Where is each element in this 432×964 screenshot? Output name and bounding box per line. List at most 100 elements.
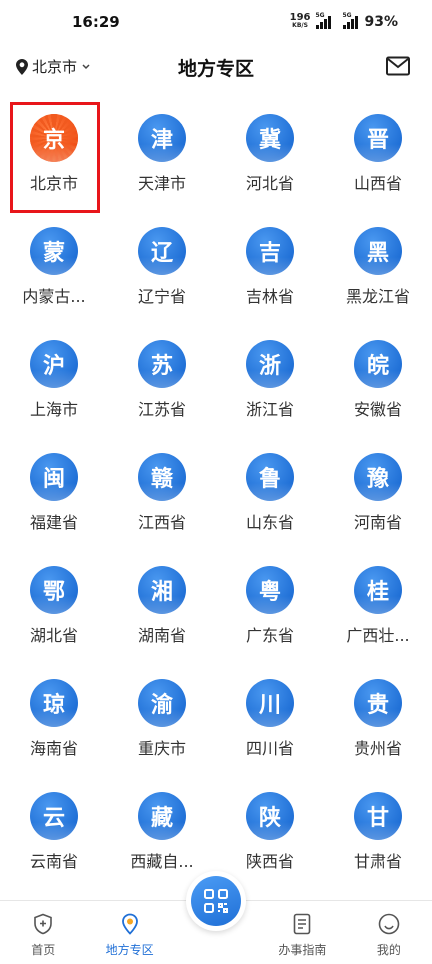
region-emblem-char: 豫 xyxy=(366,466,389,492)
region-emblem-char: 冀 xyxy=(258,127,281,153)
region-name: 陕西省 xyxy=(245,852,294,871)
region-emblem-char: 皖 xyxy=(366,353,389,379)
region-emblem-char: 沪 xyxy=(42,353,65,379)
region-name: 甘肃省 xyxy=(353,852,402,871)
region-emblem-char: 桂 xyxy=(366,579,389,605)
region-item[interactable]: 陕陕西省 xyxy=(216,778,324,891)
region-name: 福建省 xyxy=(29,513,78,532)
region-name: 上海市 xyxy=(29,400,78,419)
mail-icon[interactable] xyxy=(386,56,410,76)
city-selector[interactable]: 北京市 xyxy=(16,56,91,77)
region-emblem-icon: 吉 xyxy=(246,227,294,275)
region-name: 海南省 xyxy=(29,739,78,758)
location-pin-icon xyxy=(16,58,28,75)
region-emblem-char: 甘 xyxy=(366,805,389,831)
region-emblem-icon: 豫 xyxy=(354,453,402,501)
region-emblem-icon: 甘 xyxy=(354,792,402,840)
region-emblem-char: 云 xyxy=(42,805,65,831)
network-speed-unit: KB/S xyxy=(292,22,308,29)
tab-spacer xyxy=(173,958,259,964)
status-indicators: 196 KB/S 5G 5G 93% xyxy=(289,12,398,30)
tab-home[interactable]: 首页 xyxy=(0,913,86,964)
region-item[interactable]: 津天津市 xyxy=(108,100,216,213)
region-item[interactable]: 苏江苏省 xyxy=(108,326,216,439)
document-icon xyxy=(294,913,311,935)
region-emblem-char: 粤 xyxy=(258,579,281,605)
region-name: 河北省 xyxy=(245,174,294,193)
tab-guide[interactable]: 办事指南 xyxy=(259,913,345,964)
region-item[interactable]: 皖安徽省 xyxy=(324,326,432,439)
region-item[interactable]: 鲁山东省 xyxy=(216,439,324,552)
tab-local-label: 地方专区 xyxy=(105,943,154,957)
region-emblem-char: 湘 xyxy=(150,579,173,605)
shield-plus-icon xyxy=(34,913,53,935)
region-emblem-char: 津 xyxy=(150,127,173,153)
region-item[interactable]: 蒙内蒙古... xyxy=(0,213,108,326)
region-emblem-char: 闽 xyxy=(42,466,65,492)
region-name: 河南省 xyxy=(353,513,402,532)
region-emblem-icon: 赣 xyxy=(138,453,186,501)
region-item[interactable]: 渝重庆市 xyxy=(108,665,216,778)
region-name: 江西省 xyxy=(137,513,186,532)
region-item[interactable]: 藏西藏自... xyxy=(108,778,216,891)
region-name: 广西壮... xyxy=(346,626,410,645)
network-speed-value: 196 xyxy=(289,12,311,23)
region-item[interactable]: 闽福建省 xyxy=(0,439,108,552)
region-item[interactable]: 京北京市 xyxy=(0,100,108,213)
region-name: 重庆市 xyxy=(137,739,186,758)
region-emblem-icon: 黑 xyxy=(354,227,402,275)
region-emblem-char: 琼 xyxy=(42,692,65,718)
region-item[interactable]: 浙浙江省 xyxy=(216,326,324,439)
scan-button[interactable] xyxy=(186,871,246,931)
region-item[interactable]: 云云南省 xyxy=(0,778,108,891)
region-emblem-char: 鲁 xyxy=(258,466,281,492)
region-name: 天津市 xyxy=(137,174,186,193)
region-emblem-icon: 浙 xyxy=(246,340,294,388)
region-emblem-char: 川 xyxy=(258,692,281,718)
signal-label-2: 5G xyxy=(342,12,352,19)
region-item[interactable]: 川四川省 xyxy=(216,665,324,778)
region-grid: 京北京市津天津市冀河北省晋山西省蒙内蒙古... 辽辽宁省吉吉林省黑黑龙江省沪上海市… xyxy=(0,100,432,891)
region-item[interactable]: 赣江西省 xyxy=(108,439,216,552)
region-emblem-icon: 冀 xyxy=(246,114,294,162)
region-name: 西藏自... xyxy=(130,852,194,871)
region-item[interactable]: 吉吉林省 xyxy=(216,213,324,326)
region-item[interactable]: 粤广东省 xyxy=(216,552,324,665)
tab-local[interactable]: 地方专区 xyxy=(86,913,172,964)
region-name: 辽宁省 xyxy=(137,287,186,306)
region-emblem-icon: 闽 xyxy=(30,453,78,501)
region-emblem-icon: 辽 xyxy=(138,227,186,275)
region-item[interactable]: 豫河南省 xyxy=(324,439,432,552)
region-item[interactable]: 鄂湖北省 xyxy=(0,552,108,665)
region-item[interactable]: 辽辽宁省 xyxy=(108,213,216,326)
region-item[interactable]: 晋山西省 xyxy=(324,100,432,213)
battery-level: 93% xyxy=(364,14,398,30)
region-name: 浙江省 xyxy=(245,400,294,419)
region-emblem-char: 藏 xyxy=(150,805,173,831)
region-name: 四川省 xyxy=(245,739,294,758)
status-bar: 16:29 196 KB/S 5G 5G 93% xyxy=(0,0,432,44)
region-item[interactable]: 桂广西壮... xyxy=(324,552,432,665)
region-emblem-icon: 沪 xyxy=(30,340,78,388)
region-emblem-char: 鄂 xyxy=(42,579,65,605)
region-name: 山西省 xyxy=(353,174,402,193)
network-speed: 196 KB/S xyxy=(289,12,311,30)
region-emblem-icon: 粤 xyxy=(246,566,294,614)
chevron-down-icon xyxy=(82,63,90,69)
region-item[interactable]: 冀河北省 xyxy=(216,100,324,213)
tab-mine[interactable]: 我的 xyxy=(346,913,432,964)
region-emblem-icon: 贵 xyxy=(354,679,402,727)
region-item[interactable]: 湘湖南省 xyxy=(108,552,216,665)
region-item[interactable]: 甘甘肃省 xyxy=(324,778,432,891)
region-item[interactable]: 贵贵州省 xyxy=(324,665,432,778)
region-emblem-icon: 津 xyxy=(138,114,186,162)
region-item[interactable]: 沪上海市 xyxy=(0,326,108,439)
region-emblem-icon: 琼 xyxy=(30,679,78,727)
region-item[interactable]: 黑黑龙江省 xyxy=(324,213,432,326)
bottom-tab-bar: 首页 地方专区 办事指南 我的 xyxy=(0,871,432,964)
region-emblem-icon: 鄂 xyxy=(30,566,78,614)
status-time: 16:29 xyxy=(72,13,120,31)
region-emblem-char: 苏 xyxy=(150,353,173,379)
scan-button-inner xyxy=(191,876,241,926)
region-item[interactable]: 琼海南省 xyxy=(0,665,108,778)
